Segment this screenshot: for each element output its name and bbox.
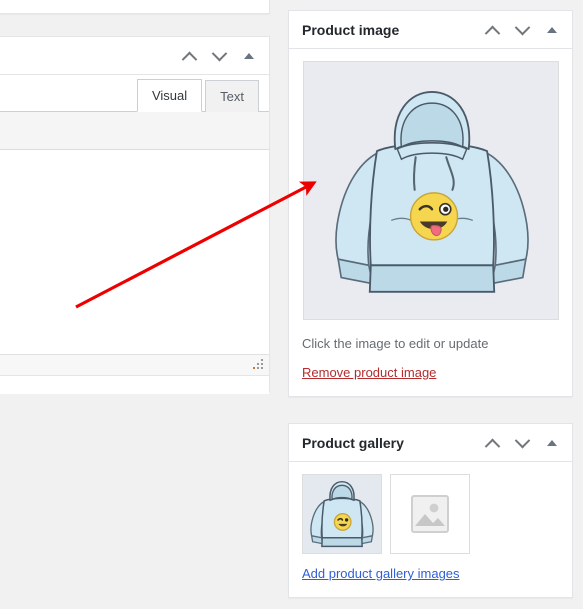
image-placeholder-icon [411, 495, 449, 534]
editor-tabs-row: Visual Text [0, 75, 269, 112]
left-editor-column: Visual Text [0, 0, 270, 609]
editor-footer [0, 376, 269, 394]
product-image-title: Product image [302, 21, 400, 38]
editor-mode-tabs: Visual Text [136, 78, 259, 112]
add-product-gallery-images-link[interactable]: Add product gallery images [302, 566, 460, 581]
editor-handle-actions [175, 37, 263, 75]
top-postbox-stub [0, 0, 270, 14]
chevron-up-icon[interactable] [478, 428, 506, 458]
gallery-thumbnail-item[interactable] [302, 474, 382, 555]
resize-grip-handle[interactable] [251, 359, 264, 372]
tab-visual[interactable]: Visual [136, 79, 203, 112]
gallery-thumbnail-item[interactable] [390, 474, 470, 555]
product-image-hint: Click the image to edit or update [302, 336, 489, 351]
product-gallery-handle-actions [478, 424, 566, 462]
product-gallery-body: Add product gallery images [289, 462, 572, 597]
editor-postbox-header [0, 37, 269, 75]
product-gallery-thumbnail-list [302, 474, 559, 555]
triangle-up-icon[interactable] [538, 15, 566, 45]
chevron-up-icon[interactable] [478, 15, 506, 45]
product-gallery-metabox: Product gallery Add product gallery imag… [288, 423, 573, 599]
product-image-header: Product image [289, 11, 572, 49]
editor-status-bar [0, 355, 269, 376]
editor-content-area[interactable] [0, 150, 269, 355]
editor-toolbar[interactable] [0, 111, 269, 150]
product-gallery-title: Product gallery [302, 434, 404, 451]
product-image-body: Click the image to edit or update Remove… [289, 49, 572, 396]
tab-text[interactable]: Text [205, 80, 259, 112]
product-image-thumbnail[interactable] [302, 61, 559, 320]
product-image-metabox: Product image Click the image to edit or… [288, 10, 573, 398]
right-metabox-column: Product image Click the image to edit or… [288, 10, 573, 599]
chevron-up-icon[interactable] [175, 41, 203, 71]
triangle-up-icon[interactable] [538, 428, 566, 458]
remove-product-image-link[interactable]: Remove product image [302, 365, 436, 380]
editor-postbox: Visual Text [0, 36, 270, 394]
screen-root: Visual Text Product image Click the imag… [0, 0, 583, 609]
chevron-down-icon[interactable] [508, 15, 536, 45]
chevron-down-icon[interactable] [205, 41, 233, 71]
product-gallery-header: Product gallery [289, 424, 572, 463]
triangle-up-icon[interactable] [235, 41, 263, 71]
product-image-handle-actions [478, 11, 566, 49]
chevron-down-icon[interactable] [508, 428, 536, 458]
